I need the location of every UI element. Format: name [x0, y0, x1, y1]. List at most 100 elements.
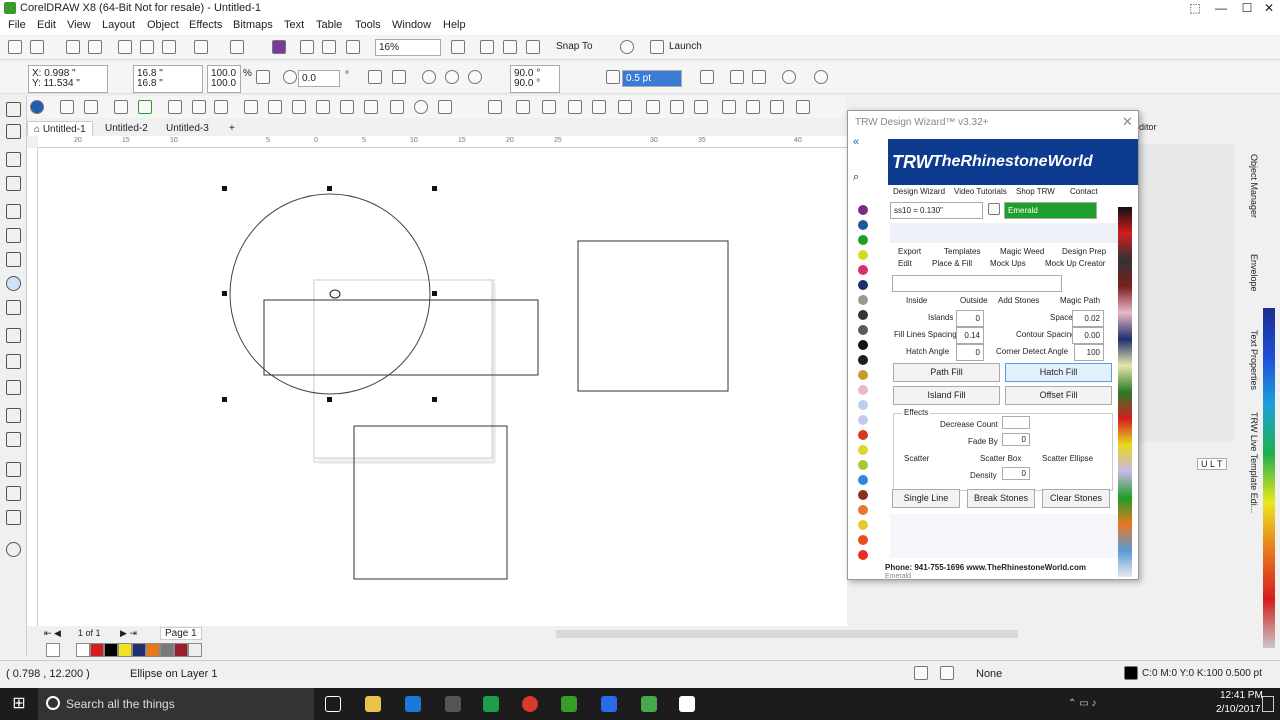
menu-tools[interactable]: Tools	[355, 19, 381, 31]
menu-bitmaps[interactable]: Bitmaps	[233, 19, 273, 31]
tab-mock-up-creator[interactable]: Mock Up Creator	[1045, 259, 1105, 268]
text-properties-tab[interactable]: Text Properties	[1249, 330, 1259, 390]
trim-icon[interactable]	[244, 100, 258, 114]
gear-icon[interactable]	[620, 40, 634, 54]
zoom-level-select[interactable]: 16%	[375, 39, 441, 56]
add-stones-checkbox[interactable]: Add Stones	[998, 296, 1039, 305]
island-fill-button[interactable]: Island Fill	[893, 386, 1000, 405]
menu-help[interactable]: Help	[443, 19, 466, 31]
back-minus-front-icon[interactable]	[340, 100, 354, 114]
close-button[interactable]: ✕	[1256, 0, 1280, 17]
inside-radio[interactable]: Inside	[906, 296, 927, 305]
stone-swatch[interactable]	[858, 490, 868, 500]
pick-tool-icon[interactable]	[6, 102, 21, 117]
search-box[interactable]: Search all the things	[38, 688, 314, 720]
menu-layout[interactable]: Layout	[102, 19, 135, 31]
scatter-box-radio[interactable]: Scatter Box	[980, 454, 1021, 463]
snap-to-dropdown[interactable]: Snap To	[556, 41, 593, 52]
first-page-icon[interactable]: ⇤ ◀	[44, 628, 61, 639]
fade-by-field[interactable]: 0	[1002, 433, 1030, 446]
collapse-icon[interactable]: «	[853, 136, 859, 148]
stone-swatch[interactable]	[858, 475, 868, 485]
stone-swatch[interactable]	[858, 205, 868, 215]
tab-mock-ups[interactable]: Mock Ups	[990, 259, 1026, 268]
undo-icon[interactable]	[194, 40, 208, 54]
trw-template-tab[interactable]: TRW Live Template Edi...	[1249, 412, 1259, 513]
decrease-count-field[interactable]	[1002, 416, 1030, 429]
restore-down-icon[interactable]: ⬚	[1182, 0, 1208, 17]
copy-icon[interactable]	[140, 40, 154, 54]
trw-palette-strip[interactable]	[1118, 207, 1132, 577]
transform-icon[interactable]	[592, 100, 606, 114]
refresh-icon[interactable]	[414, 100, 428, 114]
launch-dropdown[interactable]: Launch	[669, 41, 702, 52]
swatch-orange[interactable]	[146, 643, 160, 657]
pattern-icons-row[interactable]	[890, 223, 1120, 243]
convert-curves-icon[interactable]	[782, 70, 796, 84]
y-position-field[interactable]: Y: 11.534 "	[28, 76, 108, 93]
stone-swatch[interactable]	[858, 310, 868, 320]
single-line-button[interactable]: Single Line	[892, 489, 960, 508]
weld-icon[interactable]	[214, 100, 228, 114]
size-icon[interactable]	[568, 100, 582, 114]
store-icon[interactable]	[445, 696, 461, 712]
menu-edit[interactable]: Edit	[37, 19, 56, 31]
stone-color-select[interactable]: Emerald	[1004, 202, 1097, 219]
show-grid-icon[interactable]	[503, 40, 517, 54]
export-icon[interactable]	[322, 40, 336, 54]
end-angle-field[interactable]: 90.0 °	[510, 76, 560, 93]
smart-fill-icon[interactable]	[6, 510, 21, 525]
hide-icon[interactable]	[770, 100, 784, 114]
notifications-icon[interactable]	[1262, 696, 1274, 712]
open-icon[interactable]	[30, 40, 44, 54]
no-color-swatch[interactable]	[76, 643, 90, 657]
square-shape-right[interactable]	[577, 240, 729, 392]
app-icon[interactable]	[483, 696, 499, 712]
path-fill-button[interactable]: Path Fill	[893, 363, 1000, 382]
crop-tool-icon[interactable]	[6, 152, 21, 167]
ellipse-tool-icon[interactable]	[6, 276, 21, 291]
group-icon[interactable]	[114, 100, 128, 114]
lock-icon[interactable]	[722, 100, 736, 114]
interactive-fill-icon[interactable]	[6, 486, 21, 501]
tab-magic-weed[interactable]: Magic Weed	[1000, 247, 1044, 256]
paste-icon[interactable]	[162, 40, 176, 54]
combine-icon[interactable]	[752, 70, 766, 84]
stone-swatch[interactable]	[858, 370, 868, 380]
menu-object[interactable]: Object	[147, 19, 179, 31]
density-field[interactable]: 0	[1002, 467, 1030, 480]
freehand-tool-icon[interactable]	[6, 204, 21, 219]
menu-text[interactable]: Text	[284, 19, 304, 31]
tab-untitled-1[interactable]: ⌂ Untitled-1	[27, 121, 93, 136]
corel-app-icon[interactable]	[641, 696, 657, 712]
globe-icon[interactable]	[30, 100, 44, 114]
menu-window[interactable]: Window	[392, 19, 431, 31]
rectangle-tool-icon[interactable]	[6, 252, 21, 267]
next-page-icon[interactable]: ▶ ⇥	[120, 628, 137, 639]
ungroup-icon[interactable]	[138, 100, 152, 114]
islands-field[interactable]: 0	[956, 310, 984, 327]
show-guidelines-icon[interactable]	[526, 40, 540, 54]
pie-mode-icon[interactable]	[445, 70, 459, 84]
tab-export[interactable]: Export	[898, 247, 921, 256]
chrome-icon[interactable]	[522, 696, 538, 712]
full-screen-icon[interactable]	[451, 40, 465, 54]
mirror-horizontal-icon[interactable]	[368, 70, 382, 84]
tab-video-tutorials[interactable]: Video Tutorials	[954, 187, 1007, 196]
stone-swatch[interactable]	[858, 400, 868, 410]
eyedropper-icon[interactable]	[988, 203, 1000, 215]
pointer-icon[interactable]	[60, 100, 74, 114]
search-content-icon[interactable]	[272, 40, 286, 54]
rotate-icon[interactable]	[283, 70, 297, 84]
stone-swatch[interactable]	[858, 520, 868, 530]
connector-icon[interactable]	[6, 380, 21, 395]
save-icon[interactable]	[66, 40, 80, 54]
swatch-navy[interactable]	[132, 643, 146, 657]
tab-untitled-3[interactable]: Untitled-3	[160, 121, 215, 136]
close-icon[interactable]: ✕	[1122, 114, 1133, 130]
scale-height-field[interactable]: 100.0	[207, 76, 241, 93]
hatch-angle-field[interactable]: 0	[956, 344, 984, 361]
snowflake-icon[interactable]	[601, 696, 617, 712]
to-back-icon[interactable]	[646, 100, 660, 114]
menu-table[interactable]: Table	[316, 19, 342, 31]
